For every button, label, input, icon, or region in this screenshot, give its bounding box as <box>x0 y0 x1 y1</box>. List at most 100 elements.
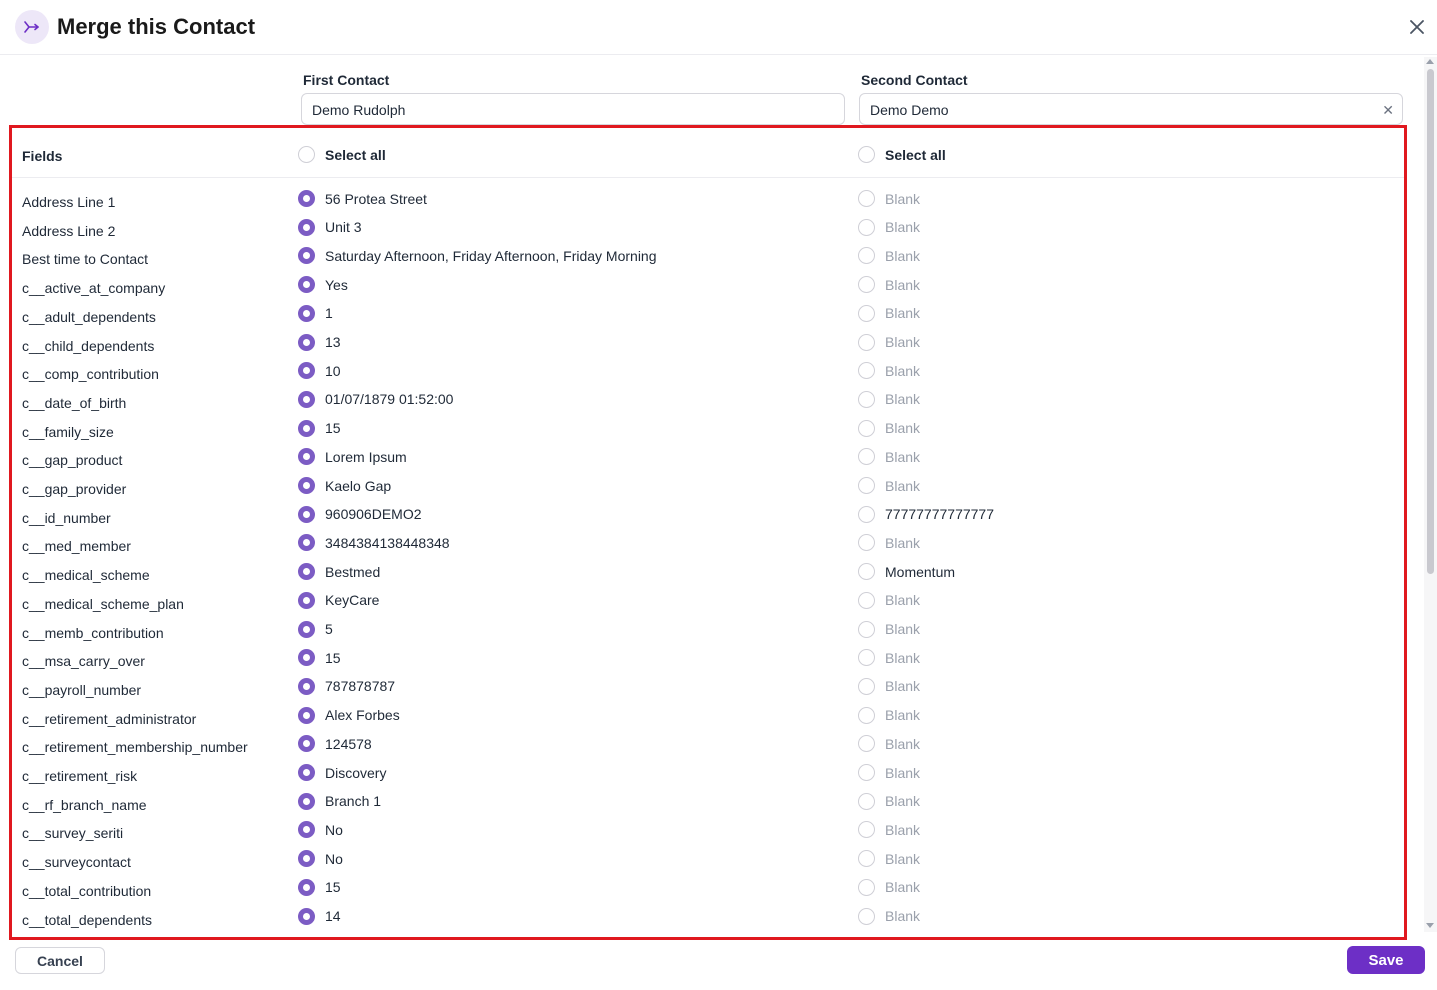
first-contact-radio[interactable] <box>298 276 315 294</box>
second-contact-option[interactable]: Blank <box>858 304 920 322</box>
first-contact-option[interactable]: No <box>298 850 343 868</box>
first-contact-option[interactable]: 787878787 <box>298 677 395 695</box>
second-contact-radio[interactable] <box>858 706 875 724</box>
second-contact-radio[interactable] <box>858 907 875 925</box>
second-contact-radio[interactable] <box>858 563 875 581</box>
first-contact-radio[interactable] <box>298 878 315 896</box>
scroll-down-arrow[interactable] <box>1426 923 1434 928</box>
first-contact-radio[interactable] <box>298 505 315 523</box>
second-contact-option[interactable]: Blank <box>858 792 920 810</box>
first-contact-radio[interactable] <box>298 649 315 667</box>
first-contact-radio[interactable] <box>298 190 315 207</box>
first-contact-option[interactable]: 124578 <box>298 735 372 753</box>
second-contact-option[interactable]: Blank <box>858 276 920 294</box>
first-contact-option[interactable]: 14 <box>298 907 341 925</box>
second-contact-radio[interactable] <box>858 591 875 609</box>
first-contact-option[interactable]: 15 <box>298 878 341 896</box>
first-contact-option[interactable]: 960906DEMO2 <box>298 505 422 523</box>
second-contact-option[interactable]: Blank <box>858 419 920 437</box>
second-contact-option[interactable]: Blank <box>858 907 920 925</box>
first-contact-radio[interactable] <box>298 247 315 265</box>
second-contact-radio[interactable] <box>858 850 875 868</box>
second-contact-radio[interactable] <box>858 448 875 466</box>
first-contact-option[interactable]: 1 <box>298 304 333 322</box>
first-contact-radio[interactable] <box>298 419 315 437</box>
second-contact-radio[interactable] <box>858 735 875 753</box>
second-contact-option[interactable]: Blank <box>858 677 920 695</box>
first-contact-option[interactable]: 15 <box>298 419 341 437</box>
second-contact-option[interactable]: Blank <box>858 878 920 896</box>
second-contact-option[interactable]: Blank <box>858 850 920 868</box>
second-contact-option[interactable]: Momentum <box>858 563 955 581</box>
second-contact-option[interactable]: Blank <box>858 649 920 667</box>
second-contact-radio[interactable] <box>858 247 875 265</box>
first-contact-radio[interactable] <box>298 792 315 810</box>
first-contact-radio[interactable] <box>298 591 315 609</box>
second-contact-option[interactable]: Blank <box>858 821 920 839</box>
first-contact-input[interactable]: Demo Rudolph <box>301 93 845 125</box>
second-contact-radio[interactable] <box>858 333 875 351</box>
second-contact-radio[interactable] <box>858 304 875 322</box>
first-contact-option[interactable]: Yes <box>298 276 348 294</box>
first-contact-radio[interactable] <box>298 706 315 724</box>
second-contact-radio[interactable] <box>858 534 875 552</box>
first-contact-radio[interactable] <box>298 821 315 839</box>
cancel-button[interactable]: Cancel <box>15 947 105 974</box>
second-contact-radio[interactable] <box>858 477 875 494</box>
first-contact-option[interactable]: 01/07/1879 01:52:00 <box>298 390 453 408</box>
second-contact-radio[interactable] <box>858 218 875 236</box>
first-contact-option[interactable]: 3484384138448348 <box>298 534 450 552</box>
second-contact-option[interactable]: Blank <box>858 620 920 638</box>
second-contact-input[interactable]: Demo Demo ✕ <box>859 93 1403 125</box>
second-contact-option[interactable]: Blank <box>858 764 920 781</box>
first-contact-option[interactable]: 10 <box>298 362 341 380</box>
first-contact-option[interactable]: Discovery <box>298 764 386 781</box>
first-contact-option[interactable]: Bestmed <box>298 563 380 581</box>
first-contact-radio[interactable] <box>298 735 315 753</box>
second-contact-radio[interactable] <box>858 390 875 408</box>
second-contact-option[interactable]: Blank <box>858 362 920 380</box>
second-contact-option[interactable]: Blank <box>858 190 920 207</box>
second-contact-radio[interactable] <box>858 764 875 781</box>
scroll-up-arrow[interactable] <box>1426 59 1434 64</box>
second-contact-radio[interactable] <box>858 276 875 294</box>
first-contact-option[interactable]: Branch 1 <box>298 792 381 810</box>
first-contact-option[interactable]: Lorem Ipsum <box>298 448 407 466</box>
second-contact-option[interactable]: Blank <box>858 247 920 265</box>
second-contact-option[interactable]: Blank <box>858 477 920 494</box>
second-contact-radio[interactable] <box>858 821 875 839</box>
second-contact-option[interactable]: Blank <box>858 218 920 236</box>
first-contact-radio[interactable] <box>298 677 315 695</box>
first-contact-option[interactable]: 15 <box>298 649 341 667</box>
first-contact-radio[interactable] <box>298 333 315 351</box>
first-contact-option[interactable]: 56 Protea Street <box>298 190 427 207</box>
first-contact-radio[interactable] <box>298 850 315 868</box>
first-contact-radio[interactable] <box>298 907 315 925</box>
second-contact-radio[interactable] <box>858 362 875 380</box>
second-contact-option[interactable]: Blank <box>858 333 920 351</box>
select-all-first[interactable]: Select all <box>298 146 386 163</box>
select-all-second-radio[interactable] <box>858 146 875 163</box>
first-contact-option[interactable]: No <box>298 821 343 839</box>
scrollbar[interactable] <box>1424 57 1437 932</box>
second-contact-radio[interactable] <box>858 505 875 523</box>
second-contact-option[interactable]: 77777777777777 <box>858 505 994 523</box>
first-contact-option[interactable]: Alex Forbes <box>298 706 400 724</box>
first-contact-option[interactable]: Saturday Afternoon, Friday Afternoon, Fr… <box>298 247 657 265</box>
second-contact-option[interactable]: Blank <box>858 591 920 609</box>
second-contact-radio[interactable] <box>858 649 875 667</box>
scroll-thumb[interactable] <box>1427 69 1434 574</box>
first-contact-option[interactable]: Unit 3 <box>298 218 362 236</box>
clear-icon[interactable]: ✕ <box>1382 94 1394 126</box>
first-contact-radio[interactable] <box>298 362 315 380</box>
first-contact-radio[interactable] <box>298 764 315 781</box>
select-all-first-radio[interactable] <box>298 146 315 163</box>
first-contact-option[interactable]: KeyCare <box>298 591 379 609</box>
first-contact-radio[interactable] <box>298 218 315 236</box>
select-all-second[interactable]: Select all <box>858 146 946 163</box>
save-button[interactable]: Save <box>1347 946 1425 974</box>
first-contact-option[interactable]: Kaelo Gap <box>298 477 391 494</box>
second-contact-radio[interactable] <box>858 419 875 437</box>
second-contact-radio[interactable] <box>858 677 875 695</box>
second-contact-option[interactable]: Blank <box>858 390 920 408</box>
